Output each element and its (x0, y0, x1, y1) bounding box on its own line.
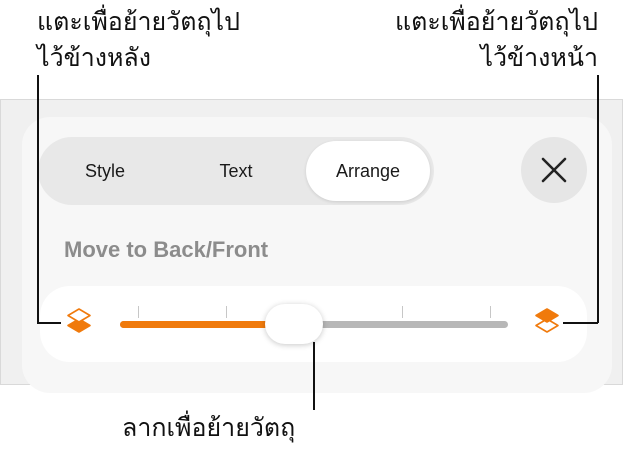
callout-move-front-line2: ไว้ข้างหน้า (480, 43, 598, 72)
slider-tick (138, 306, 139, 318)
layers-back-icon[interactable] (66, 306, 92, 336)
callout-move-back-line1: แตะเพื่อย้ายวัตถุไป (37, 7, 241, 36)
callout-move-front-line1: แตะเพื่อย้ายวัตถุไป (394, 7, 598, 36)
leader-line-front (597, 75, 599, 323)
tab-arrange[interactable]: Arrange (306, 141, 430, 201)
slider-tick (402, 306, 403, 318)
tab-text[interactable]: Text (173, 141, 299, 201)
slider-thumb[interactable] (265, 304, 323, 344)
callout-drag: ลากเพื่อย้ายวัตถุ (122, 410, 295, 446)
slider-tick (226, 306, 227, 318)
leader-line-back-h (37, 322, 61, 324)
slider-tick (490, 306, 491, 318)
layers-front-icon[interactable] (534, 306, 560, 336)
callout-move-back-line2: ไว้ข้างหลัง (37, 43, 151, 72)
close-button[interactable] (521, 137, 587, 203)
callout-move-back: แตะเพื่อย้ายวัตถุไป ไว้ข้างหลัง (37, 4, 240, 76)
tab-style[interactable]: Style (42, 141, 168, 201)
leader-line-back (37, 75, 39, 323)
callout-drag-text: ลากเพื่อย้ายวัตถุ (122, 413, 296, 442)
close-icon (541, 157, 567, 183)
leader-line-drag (313, 342, 315, 410)
leader-line-front-h (563, 322, 598, 324)
format-tabs: Style Text Arrange (38, 137, 434, 205)
callout-move-front: แตะเพื่อย้ายวัตถุไป ไว้ข้างหน้า (395, 4, 598, 76)
section-title: Move to Back/Front (64, 237, 269, 262)
